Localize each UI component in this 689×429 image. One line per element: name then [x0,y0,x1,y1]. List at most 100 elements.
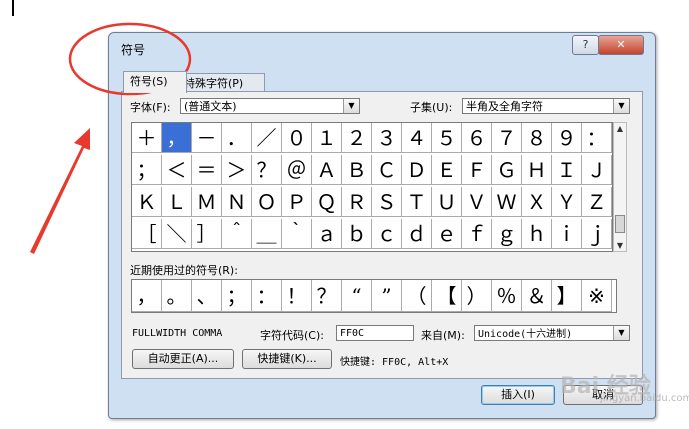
from-select[interactable]: Unicode(十六进制) ▼ [474,325,630,341]
symbol-cell[interactable]: ｅ [432,219,462,249]
symbol-cell[interactable]: ｂ [342,219,372,249]
recent-symbol-cell[interactable]: ” [372,280,402,312]
tab-symbols[interactable]: 符号(S) [123,71,187,93]
recent-symbol-cell[interactable]: ％ [492,280,522,312]
symbol-cell[interactable]: Ｒ [342,187,372,217]
symbol-cell[interactable]: ８ [522,123,552,153]
symbol-cell[interactable]: ； [132,155,162,185]
close-button[interactable]: ✕ [598,35,644,55]
symbol-cell[interactable]: Ｃ [372,155,402,185]
font-select[interactable]: (普通文本) ▼ [180,98,360,114]
recent-symbol-cell[interactable]: ； [222,280,252,312]
symbol-cell[interactable]: Ｐ [282,187,312,217]
recent-symbol-cell[interactable]: ！ [282,280,312,312]
recent-symbol-cell[interactable]: ： [252,280,282,312]
symbol-cell[interactable]: Ｖ [462,187,492,217]
scroll-up-icon[interactable]: ▲ [614,124,626,133]
symbol-cell[interactable]: ［ [132,219,162,249]
recent-symbol-cell[interactable]: ） [462,280,492,312]
recent-symbol-cell[interactable]: ＆ [522,280,552,312]
symbol-cell[interactable]: ｃ [372,219,402,249]
symbol-cell[interactable]: ｇ [492,219,522,249]
scroll-thumb[interactable] [615,215,625,233]
symbol-cell[interactable]: ＠ [282,155,312,185]
symbol-cell[interactable]: Ｔ [402,187,432,217]
recent-symbols[interactable]: ，。、；：！？ “” （【）％＆】 ※ [131,279,617,313]
recent-symbol-cell[interactable]: 】 [552,280,582,312]
symbol-cell[interactable]: ＼ [162,219,192,249]
symbol-cell[interactable]: ＜ [162,155,192,185]
symbol-cell[interactable]: Ｂ [342,155,372,185]
symbol-cell[interactable]: ｀ [282,219,312,249]
symbol-cell[interactable]: ３ [372,123,402,153]
symbol-cell[interactable]: ｄ [402,219,432,249]
symbol-cell[interactable]: Ｎ [222,187,252,217]
symbol-grid-scrollbar[interactable]: ▲ ▼ [613,122,627,252]
symbol-cell[interactable]: ＝ [192,155,222,185]
symbol-cell[interactable]: Ｄ [402,155,432,185]
symbol-cell[interactable]: ２ [342,123,372,153]
symbol-cell[interactable]: １ [312,123,342,153]
recent-symbol-cell[interactable]: （ [402,280,432,312]
symbol-cell[interactable]: ５ [432,123,462,153]
symbol-cell[interactable]: ６ [462,123,492,153]
symbol-cell[interactable]: Ａ [312,155,342,185]
recent-symbol-cell[interactable]: 、 [192,280,222,312]
chevron-down-icon[interactable]: ▼ [613,326,629,340]
recent-symbol-cell[interactable]: 【 [432,280,462,312]
symbol-cell[interactable]: Ｅ [432,155,462,185]
symbol-cell[interactable]: ？ [252,155,282,185]
symbol-cell[interactable]: ｈ [522,219,552,249]
symbol-cell[interactable]: ９ [552,123,582,153]
symbol-cell[interactable]: Ｈ [522,155,552,185]
symbol-cell[interactable]: － [192,123,222,153]
shortcut-key-button[interactable]: 快捷键(K)... [242,349,332,369]
symbol-cell[interactable]: ＞ [222,155,252,185]
symbol-cell[interactable]: ： [582,123,612,153]
symbol-cell[interactable]: Ｓ [372,187,402,217]
symbol-cell[interactable]: ］ [192,219,222,249]
symbol-cell[interactable]: Ｋ [132,187,162,217]
symbol-cell[interactable]: ｊ [582,219,612,249]
symbol-cell[interactable]: Ｘ [522,187,552,217]
symbol-cell[interactable]: ４ [402,123,432,153]
symbol-cell[interactable]: Ｇ [492,155,522,185]
symbol-cell[interactable]: ． [222,123,252,153]
autocorrect-button[interactable]: 自动更正(A)... [132,349,234,369]
symbol-cell[interactable]: ０ [282,123,312,153]
char-code-input[interactable]: FF0C [336,325,414,341]
symbol-cell[interactable]: ａ [312,219,342,249]
symbol-grid[interactable]: ＋，－．／ ０ １ ２ ３ ４ ５ ６ ７ ８ ９： ；＜＝＞？＠ Ａ Ｂ Ｃ Ｄ Ｅ Ｆ Ｇ Ｈ Ｉ Ｊ Ｋ Ｌ Ｍ Ｎ Ｏ Ｐ Ｑ Ｒ… [131,122,613,252]
recent-symbol-cell[interactable]: ， [132,280,162,312]
tab-special-characters[interactable]: 特殊字符(P) [177,73,265,93]
insert-button[interactable]: 插入(I) [481,385,555,405]
symbol-cell[interactable]: Ｑ [312,187,342,217]
symbol-cell[interactable]: ｆ [462,219,492,249]
recent-symbol-cell[interactable]: ※ [582,280,612,312]
recent-symbol-cell[interactable]: “ [342,280,372,312]
symbol-cell[interactable]: Ｗ [492,187,522,217]
symbol-cell[interactable]: ７ [492,123,522,153]
symbol-cell[interactable]: Ｕ [432,187,462,217]
symbol-cell[interactable]: ＾ [222,219,252,249]
recent-symbol-cell[interactable]: ？ [312,280,342,312]
symbol-cell[interactable]: Ｍ [192,187,222,217]
scroll-down-icon[interactable]: ▼ [614,241,626,250]
symbol-cell[interactable]: Ｌ [162,187,192,217]
subset-select[interactable]: 半角及全角字符 ▼ [462,98,630,114]
symbol-cell[interactable]: Ｉ [552,155,582,185]
help-button[interactable]: ? [572,35,599,55]
symbol-cell[interactable]: ＿ [252,219,282,249]
chevron-down-icon[interactable]: ▼ [343,99,359,113]
symbol-cell[interactable]: Ｊ [582,155,612,185]
symbol-cell[interactable]: ／ [252,123,282,153]
chevron-down-icon[interactable]: ▼ [613,99,629,113]
symbol-cell[interactable]: Ｏ [252,187,282,217]
symbol-cell[interactable]: Ｙ [552,187,582,217]
symbol-cell[interactable]: ＋ [132,123,162,153]
symbol-cell[interactable]: Ｚ [582,187,612,217]
symbol-cell[interactable]: ， [162,123,192,153]
symbol-cell[interactable]: ｉ [552,219,582,249]
recent-symbol-cell[interactable]: 。 [162,280,192,312]
symbol-cell[interactable]: Ｆ [462,155,492,185]
